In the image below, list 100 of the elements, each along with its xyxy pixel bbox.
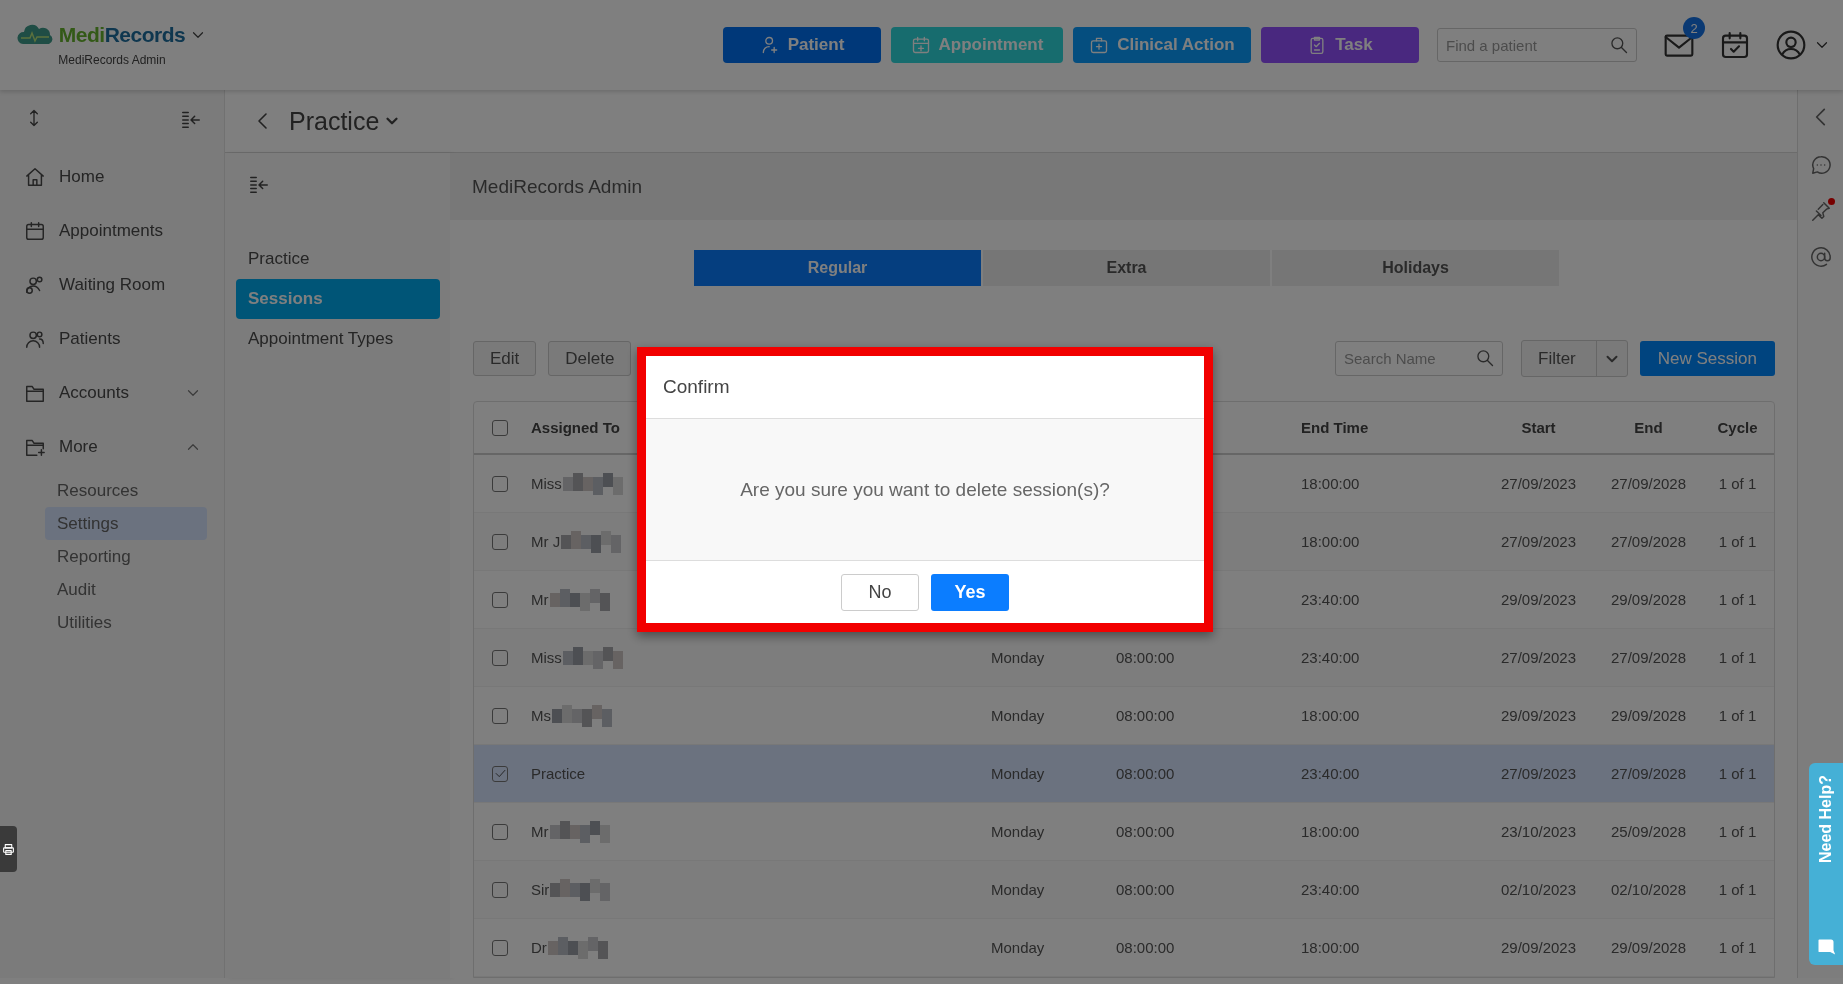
- nav-subitem[interactable]: Audit: [45, 573, 207, 606]
- table-cell: 27/09/2028: [1610, 475, 1687, 492]
- quick-action-button[interactable]: Patient: [723, 27, 881, 63]
- checkbox[interactable]: [492, 939, 508, 956]
- new-session-button[interactable]: New Session: [1639, 341, 1775, 376]
- tab[interactable]: Regular: [694, 250, 981, 286]
- checkbox[interactable]: [492, 419, 508, 436]
- filter-dropdown[interactable]: Filter: [1521, 340, 1628, 377]
- table-cell: 1 of 1: [1718, 591, 1757, 608]
- table-cell: 29/09/2023: [1500, 591, 1577, 608]
- table-cell: 29/09/2028: [1610, 591, 1687, 608]
- at-sign-icon[interactable]: [1809, 246, 1832, 268]
- table-cell: 1 of 1: [1718, 823, 1757, 840]
- nav-subitem[interactable]: Utilities: [45, 606, 207, 639]
- nav-item[interactable]: Home: [0, 150, 224, 204]
- cancel-button[interactable]: No: [841, 573, 919, 611]
- nav-item[interactable]: Appointments: [0, 204, 224, 258]
- checkbox[interactable]: [492, 707, 508, 724]
- quick-action-button[interactable]: Task: [1261, 27, 1419, 63]
- table-cell: Ms: [531, 707, 551, 724]
- checkbox[interactable]: [492, 649, 508, 666]
- pin-icon[interactable]: [1809, 200, 1832, 222]
- column-header: Start: [1521, 419, 1556, 436]
- confirm-button[interactable]: Yes: [931, 573, 1009, 611]
- nav-item[interactable]: Waiting Room: [0, 258, 224, 312]
- table-cell: Mr J: [531, 533, 561, 550]
- nav-subitem[interactable]: Resources: [45, 474, 207, 507]
- table-cell: 29/09/2023: [1500, 707, 1577, 724]
- table-cell: 1 of 1: [1718, 881, 1757, 898]
- table-cell: 1 of 1: [1718, 533, 1757, 550]
- table-cell: Monday: [991, 881, 1045, 898]
- quick-action-button[interactable]: Clinical Action: [1073, 27, 1251, 63]
- app-logo-text: MediRecords: [58, 23, 186, 47]
- checkbox[interactable]: [492, 881, 508, 898]
- table-cell: 27/09/2023: [1500, 649, 1577, 666]
- home-icon: [24, 166, 46, 188]
- table-cell: 02/10/2023: [1500, 881, 1577, 898]
- tab[interactable]: Holidays: [1272, 250, 1559, 286]
- people-icon: [24, 328, 46, 350]
- table-cell: 1 of 1: [1718, 649, 1757, 666]
- search-icon: [1609, 35, 1629, 55]
- table-cell: Monday: [991, 765, 1045, 782]
- table-cell: Practice: [531, 765, 586, 782]
- nav-item[interactable]: More: [0, 420, 224, 474]
- checkbox[interactable]: [492, 533, 508, 550]
- toolbar-button[interactable]: Delete: [548, 341, 632, 376]
- nav-subitem[interactable]: Reporting: [45, 540, 207, 573]
- table-cell: 1 of 1: [1718, 707, 1757, 724]
- subnav-item[interactable]: Sessions: [236, 279, 440, 319]
- user-account-icon[interactable]: [1775, 29, 1807, 61]
- table-cell: 08:00:00: [1116, 765, 1175, 782]
- table-cell: 1 of 1: [1718, 939, 1757, 956]
- table-cell: 29/09/2028: [1610, 939, 1687, 956]
- table-cell: 02/10/2028: [1610, 881, 1687, 898]
- table-cell: 18:00:00: [1301, 823, 1360, 840]
- checkbox[interactable]: [492, 591, 508, 608]
- printer-icon[interactable]: [2, 842, 15, 856]
- table-cell: 29/09/2028: [1610, 707, 1687, 724]
- column-header: Assigned To: [531, 419, 620, 436]
- table-cell: Monday: [991, 939, 1045, 956]
- table-cell: 18:00:00: [1301, 475, 1360, 492]
- table-cell: 27/09/2023: [1500, 475, 1577, 492]
- table-cell: 1 of 1: [1718, 475, 1757, 492]
- table-cell: 18:00:00: [1301, 533, 1360, 550]
- table-cell: 23/10/2023: [1500, 823, 1577, 840]
- table-cell: 08:00:00: [1116, 823, 1175, 840]
- checkbox[interactable]: [492, 823, 508, 840]
- people-icon: [24, 274, 46, 296]
- table-cell: 08:00:00: [1116, 881, 1175, 898]
- table-cell: Monday: [991, 707, 1045, 724]
- nav-subitem[interactable]: Settings: [45, 507, 207, 540]
- dialog-message: Are you sure you want to delete session(s)?: [740, 478, 1110, 501]
- calendar-icon: [24, 220, 46, 242]
- tab[interactable]: Extra: [983, 250, 1270, 286]
- table-cell: 23:40:00: [1301, 881, 1360, 898]
- calendar-check-icon[interactable]: [1719, 29, 1751, 61]
- panel-title: MediRecords Admin: [472, 175, 643, 198]
- table-cell: 08:00:00: [1116, 649, 1175, 666]
- table-row[interactable]: Dr Monday 08:00:00 18:00:00 29/09/2023 29/09/2028 1 of 1: [474, 919, 1774, 977]
- checkbox[interactable]: [492, 765, 508, 782]
- practice-name: MediRecords Admin: [58, 53, 166, 67]
- chat-icon[interactable]: [1809, 154, 1832, 176]
- page-title[interactable]: Practice: [289, 106, 380, 136]
- table-cell: 27/09/2028: [1610, 533, 1687, 550]
- checkbox[interactable]: [492, 475, 508, 492]
- table-cell: 23:40:00: [1301, 649, 1360, 666]
- table-row[interactable]: Practice Monday 08:00:00 23:40:00 27/09/2023 27/09/2028 1 of 1: [474, 745, 1774, 803]
- table-cell: Monday: [991, 823, 1045, 840]
- nav-item[interactable]: Accounts: [0, 366, 224, 420]
- table-cell: Dr: [531, 939, 547, 956]
- table-cell: 08:00:00: [1116, 707, 1175, 724]
- notification-badge: 2: [1683, 17, 1705, 39]
- subnav-item[interactable]: Appointment Types: [236, 319, 440, 359]
- table-cell: 29/09/2023: [1500, 939, 1577, 956]
- table-cell: Miss: [531, 475, 562, 492]
- subnav-item[interactable]: Practice: [236, 239, 440, 279]
- column-header: Cycle: [1717, 419, 1758, 436]
- help-label: Need Help?: [1817, 775, 1835, 863]
- toolbar-button[interactable]: Edit: [473, 341, 537, 376]
- nav-item[interactable]: Patients: [0, 312, 224, 366]
